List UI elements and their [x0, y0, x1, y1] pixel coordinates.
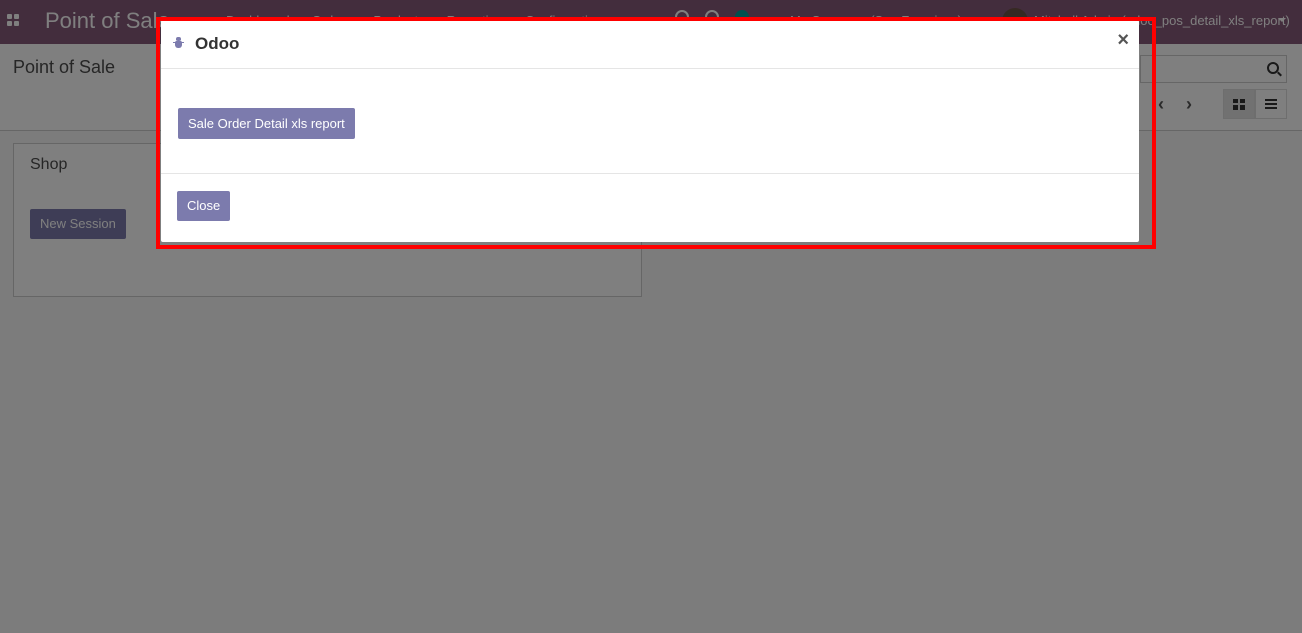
highlight-frame [156, 17, 1156, 249]
